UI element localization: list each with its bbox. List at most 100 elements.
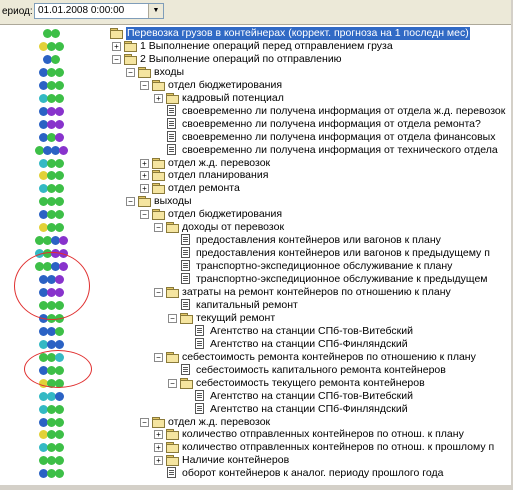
status-dot-purple: [59, 145, 68, 155]
status-dot-green: [55, 469, 64, 479]
document-icon: [167, 143, 176, 155]
tree-item-label: транспортно-экспедиционное обслуживание …: [196, 273, 488, 286]
dropdown-arrow-icon[interactable]: ▼: [148, 4, 163, 18]
expand-icon[interactable]: +: [154, 443, 163, 453]
folder-icon: [152, 416, 165, 428]
folder-icon: [166, 442, 179, 454]
collapse-icon[interactable]: −: [154, 352, 163, 362]
tree-item-label: оборот контейнеров к аналог. периоду про…: [182, 467, 444, 480]
status-dot-green: [55, 326, 64, 336]
collapse-icon[interactable]: −: [140, 417, 149, 427]
status-dot-green: [55, 41, 64, 51]
status-dot-green: [55, 223, 64, 233]
annotation-circle-2: [24, 350, 92, 388]
collapse-icon[interactable]: −: [168, 313, 177, 323]
tree-item-label: себестоимость ремонта контейнеров по отн…: [182, 350, 476, 363]
tree-item-label: Агентство на станции СПб-Финляндский: [210, 402, 408, 415]
folder-icon: [152, 170, 165, 182]
horizontal-scrollbar[interactable]: [0, 485, 513, 490]
status-dot-green: [55, 197, 64, 207]
tree-item-label: своевременно ли получена информация от о…: [182, 130, 496, 143]
folder-icon: [166, 429, 179, 441]
expand-icon[interactable]: +: [112, 41, 121, 51]
status-dot-blue: [55, 391, 64, 401]
folder-icon: [180, 312, 193, 324]
document-icon: [195, 337, 204, 349]
folder-icon: [166, 222, 179, 234]
tree-item-label: текущий ремонт: [196, 311, 276, 324]
folder-icon: [152, 209, 165, 221]
status-dot-green: [51, 54, 60, 64]
collapse-icon[interactable]: −: [154, 223, 163, 233]
document-icon: [195, 402, 204, 414]
tree-item-label: выходы: [154, 195, 192, 208]
indicator-tree: Перевозка грузов в контейнерах (коррект.…: [0, 25, 511, 485]
tree-item-label: себестоимость капитального ремонта конте…: [196, 363, 446, 376]
expand-icon[interactable]: +: [154, 456, 163, 466]
status-dot-green: [55, 80, 64, 90]
folder-icon: [138, 196, 151, 208]
tree-item-label: затраты на ремонт контейнеров по отношен…: [182, 286, 451, 298]
folder-icon: [124, 40, 137, 52]
tree-item-label: отдел бюджетирования: [168, 208, 283, 221]
status-dot-purple: [55, 106, 64, 116]
collapse-icon[interactable]: −: [112, 54, 121, 64]
tree-item-label: количество отправленных контейнеров по о…: [182, 441, 495, 454]
status-dot-green: [55, 67, 64, 77]
document-icon: [167, 130, 176, 142]
collapse-icon[interactable]: −: [140, 210, 149, 220]
period-toolbar: ериод: 01.01.2008 0:00:00 ▼: [0, 0, 513, 25]
tree-item-label: отдел ремонта: [168, 182, 240, 195]
tree-item-label: себестоимость текущего ремонта контейнер…: [196, 376, 425, 389]
status-dot-green: [51, 29, 60, 38]
folder-icon: [138, 66, 151, 78]
document-icon: [181, 273, 190, 285]
period-date-value: 01.01.2008 0:00:00: [38, 5, 125, 16]
tree-item-label: Наличие контейнеров: [182, 454, 290, 467]
collapse-icon[interactable]: −: [126, 67, 135, 77]
tree-item-label: своевременно ли получена информация от о…: [182, 117, 481, 130]
expand-icon[interactable]: +: [154, 430, 163, 440]
document-icon: [167, 467, 176, 479]
status-dot-purple: [55, 132, 64, 142]
document-icon: [195, 324, 204, 336]
tree-item-label: кадровый потенциал: [182, 91, 284, 104]
folder-icon: [124, 53, 137, 65]
document-icon: [181, 363, 190, 375]
period-date-select[interactable]: 01.01.2008 0:00:00 ▼: [34, 3, 164, 19]
folder-icon: [166, 455, 179, 467]
tree-item-label: отдел планирования: [168, 169, 269, 182]
status-dot-green: [55, 184, 64, 194]
tree-item-label: отдел бюджетирования: [168, 78, 283, 91]
expand-icon[interactable]: +: [140, 171, 149, 181]
folder-icon: [166, 287, 179, 298]
expand-icon[interactable]: +: [154, 93, 163, 103]
expand-icon[interactable]: +: [140, 184, 149, 194]
folder-icon: [152, 79, 165, 91]
document-icon: [181, 260, 190, 272]
tree-item-label: капитальный ремонт: [196, 298, 298, 311]
document-icon: [167, 117, 176, 129]
status-dot-green: [55, 404, 64, 414]
expand-icon[interactable]: +: [140, 158, 149, 168]
tree-item-label: Агентство на станции СПб-тов-Витебский: [210, 324, 414, 337]
status-dot-blue: [55, 339, 64, 349]
tree-item-label: предоставления контейнеров или вагонов к…: [196, 234, 441, 247]
tree-item-label: 1 Выполнение операций перед отправлением…: [140, 39, 393, 52]
collapse-icon[interactable]: −: [154, 288, 163, 297]
folder-icon: [166, 92, 179, 104]
tree-item-label: транспортно-экспедиционное обслуживание …: [196, 260, 453, 273]
collapse-icon[interactable]: −: [140, 80, 149, 90]
tree-item-label: Агентство на станции СПб-Финляндский: [210, 337, 408, 350]
document-icon: [167, 104, 176, 116]
tree-item-label: количество отправленных контейнеров по о…: [182, 428, 464, 441]
status-dot-green: [55, 443, 64, 453]
collapse-icon[interactable]: −: [168, 378, 177, 388]
collapse-icon[interactable]: −: [126, 197, 135, 207]
period-label: ериод:: [2, 6, 33, 17]
tree-item-label: Перевозка грузов в контейнерах (коррект.…: [126, 27, 470, 40]
status-dot-purple: [59, 236, 68, 246]
document-icon: [195, 389, 204, 401]
tree-item-label: входы: [154, 65, 184, 78]
tree-item-label: Агентство на станции СПб-тов-Витебский: [210, 389, 414, 402]
